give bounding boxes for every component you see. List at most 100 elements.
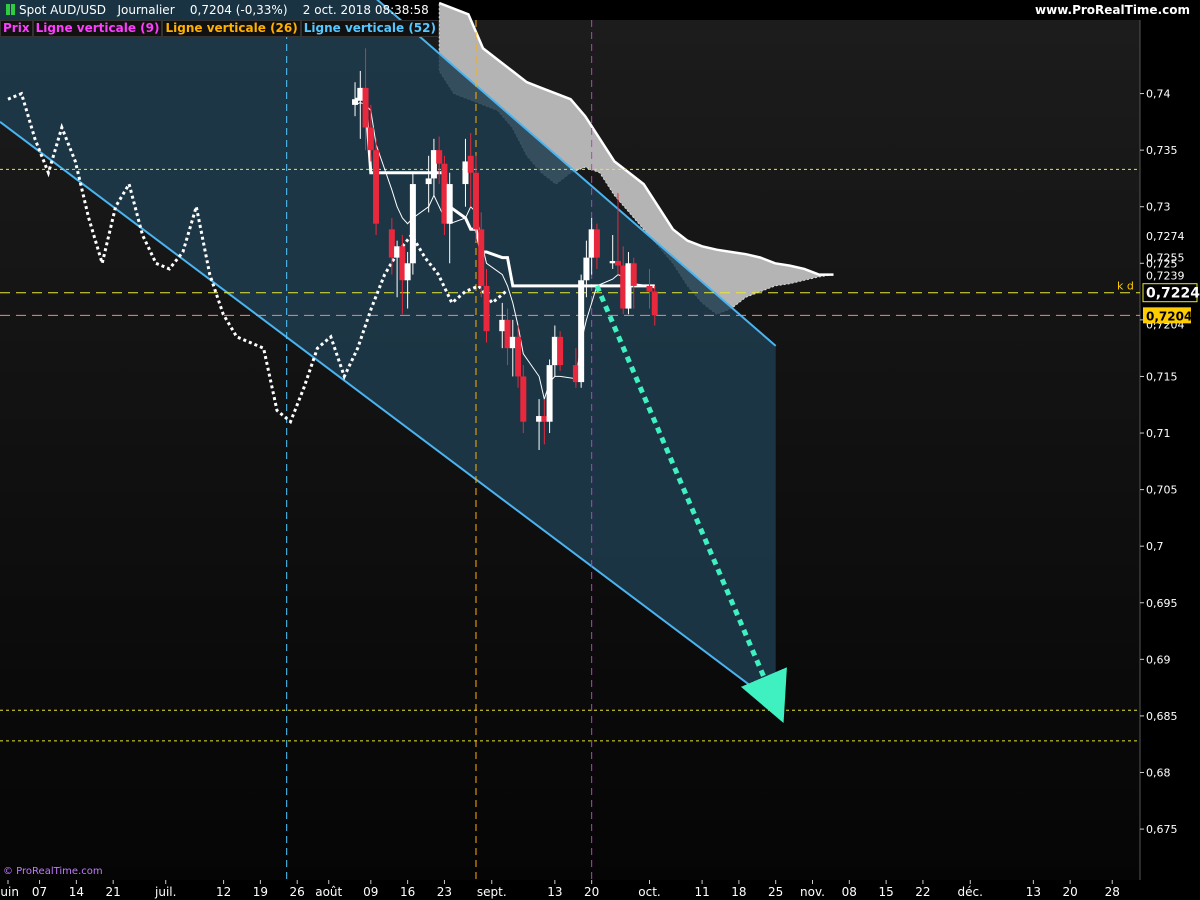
candle-body [404,263,411,281]
candle-body [646,285,653,292]
x-tick-label: 22 [915,885,930,899]
kijun-note-label: k d [1117,280,1134,293]
x-tick-label: 12 [216,885,231,899]
legend-item-vertical-52[interactable]: Ligne verticale (52) [300,20,439,37]
candle-body [504,319,511,349]
candle-body [509,336,516,349]
candle-body [578,280,585,383]
y-tick-label: 0,7 [1146,540,1164,553]
right-price-label: 0,7274 [1146,230,1185,243]
candle-body [546,365,553,422]
legend-item-vertical-9[interactable]: Ligne verticale (9) [32,20,163,37]
candle-body [515,336,522,377]
x-tick-label: 15 [878,885,893,899]
candle-body [446,184,453,224]
y-tick-label: 0,685 [1146,710,1178,723]
current-price-label: 0,7204 [1146,309,1192,323]
chart-canvas: 0,740,7350,730,7250,720,7150,710,7050,70… [0,0,1200,900]
x-tick-label: 19 [253,885,268,899]
right-price-label: 0,7255 [1146,252,1185,265]
legend-item-vertical-26[interactable]: Ligne verticale (26) [162,20,301,37]
candle-body [551,336,558,366]
prorealtime-logo-icon [6,4,15,15]
last-price-label: 0,7224 [1146,286,1200,302]
x-tick-label: août [315,885,342,899]
candle-body [609,261,616,264]
candle-body [541,416,548,422]
candle-body [367,127,374,151]
candle-body [651,291,658,316]
candle-body [373,150,380,224]
candle-body [572,365,579,383]
source-link[interactable]: www.ProRealTime.com [1035,0,1190,20]
candle-body [467,155,474,173]
x-tick-label: 13 [1026,885,1041,899]
candle-body [362,87,369,128]
candle-body [441,163,448,224]
candle-body [520,376,527,422]
y-tick-label: 0,675 [1146,823,1178,836]
y-tick-label: 0,68 [1146,767,1171,780]
x-tick-label: 09 [363,885,378,899]
y-tick-label: 0,74 [1146,88,1171,101]
candle-body [352,99,359,105]
candle-body [462,161,469,185]
indicator-legend: Prix Ligne verticale (9) Ligne verticale (… [0,20,439,37]
period-label: Journalier [117,3,175,17]
x-tick-label: oct. [638,885,660,899]
candle-body [430,150,437,179]
y-tick-label: 0,69 [1146,653,1171,666]
candle-body [593,229,600,258]
candle-body [357,87,364,100]
candle-body [625,263,632,309]
y-tick-label: 0,73 [1146,201,1171,214]
x-tick-label: juin [0,885,19,899]
candle-body [588,229,595,258]
candle-body [630,263,637,286]
y-tick-label: 0,71 [1146,427,1171,440]
x-tick-label: 13 [547,885,562,899]
candle-body [425,178,432,185]
copyright-label: © ProRealTime.com [3,866,103,877]
x-tick-label: déc. [958,885,983,899]
candle-body [472,172,479,230]
datetime-label: 2 oct. 2018 08:38:58 [302,3,429,17]
chart-header: Spot AUD/USD Journalier 0,7204 (-0,33%) … [0,0,1200,20]
y-tick-label: 0,705 [1146,484,1178,497]
candle-body [409,184,416,264]
candle-body [399,246,406,281]
x-tick-label: 16 [400,885,415,899]
x-tick-label: 07 [32,885,47,899]
instrument-symbol: Spot AUD/USD [19,3,107,17]
candle-body [583,257,590,281]
x-tick-label: 11 [694,885,709,899]
candle-body [388,229,395,258]
x-tick-label: 08 [842,885,857,899]
x-tick-label: juil. [154,885,176,899]
y-tick-label: 0,735 [1146,144,1178,157]
candle-body [499,319,506,332]
legend-item-prix[interactable]: Prix [0,20,33,37]
y-tick-label: 0,715 [1146,370,1178,383]
quote-label: 0,7204 (-0,33%) [189,3,288,17]
x-tick-label: nov. [800,885,825,899]
x-tick-label: 28 [1105,885,1120,899]
candle-body [478,229,485,286]
candle-body [436,150,443,164]
candle-body [557,336,564,366]
x-tick-label: 20 [1063,885,1078,899]
x-tick-label: 23 [437,885,452,899]
x-tick-label: 26 [290,885,305,899]
candle-body [394,246,401,258]
y-tick-label: 0,695 [1146,597,1178,610]
candle-body [620,265,627,309]
right-price-label: 0,7239 [1146,270,1185,283]
candle-body [536,416,543,422]
candle-body [483,285,490,332]
candle-body [614,261,621,266]
x-tick-label: 18 [731,885,746,899]
x-tick-label: 25 [768,885,783,899]
x-tick-label: sept. [477,885,507,899]
x-tick-label: 21 [106,885,121,899]
x-tick-label: 14 [69,885,84,899]
